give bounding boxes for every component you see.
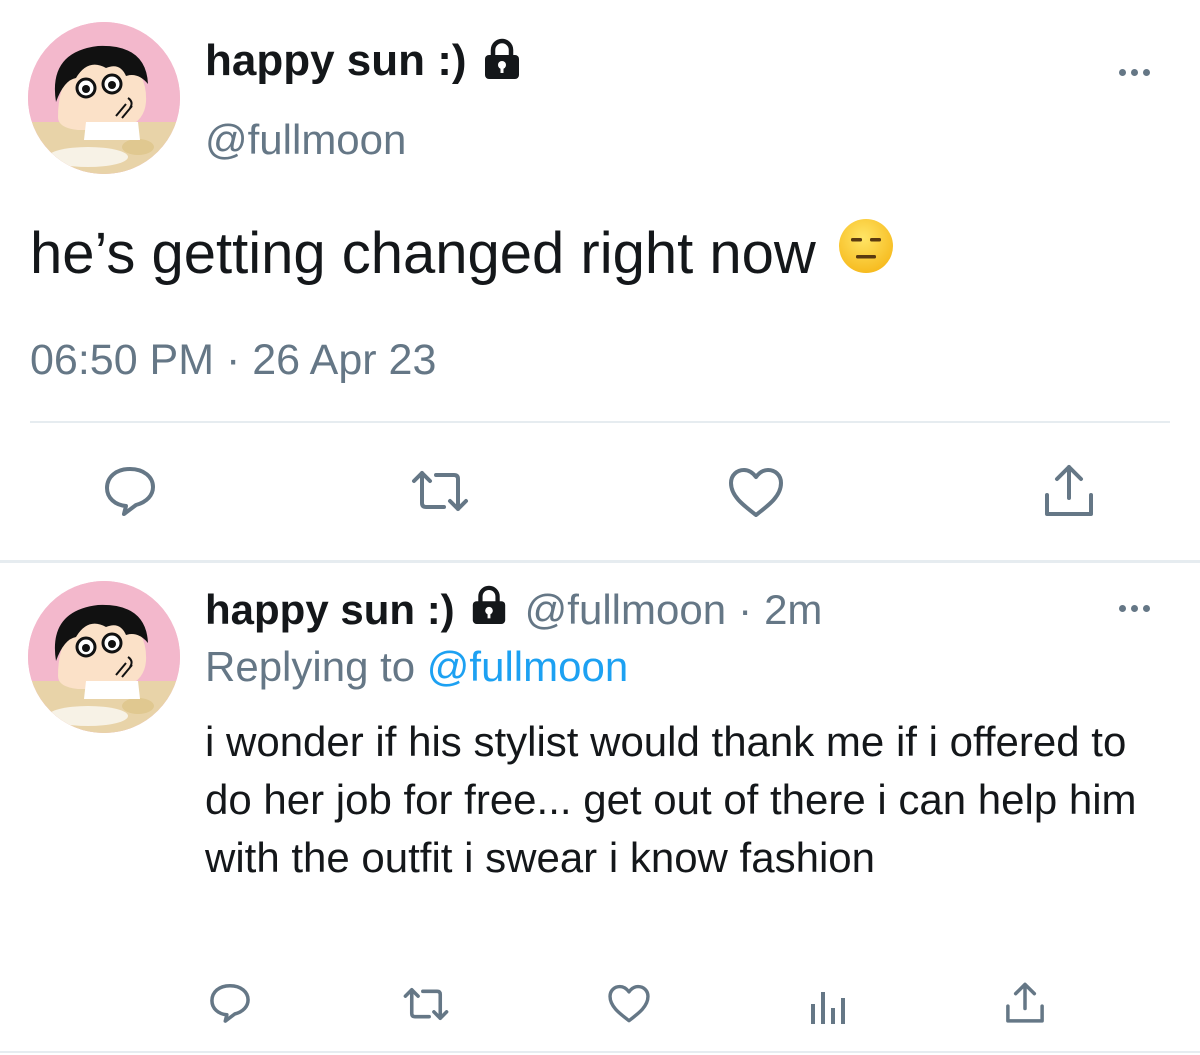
reply-tweet[interactable]: happy sun :) @fullmoon · 2m Replying to …	[0, 563, 1200, 1055]
replying-to-label: Replying to	[205, 643, 416, 690]
display-name[interactable]: happy sun :)	[205, 36, 467, 86]
divider	[0, 1051, 1200, 1053]
reply-author-row: happy sun :) @fullmoon · 2m	[205, 585, 822, 635]
separator-dot: ·	[738, 586, 753, 633]
avatar[interactable]	[28, 581, 180, 733]
replying-to: Replying to @fullmoon	[205, 643, 628, 691]
relative-time[interactable]: 2m	[764, 586, 822, 634]
reply-icon[interactable]	[102, 465, 158, 522]
more-icon[interactable]	[1119, 69, 1150, 76]
replying-to-handle-link[interactable]: @fullmoon	[427, 643, 628, 690]
share-icon[interactable]	[1004, 980, 1046, 1031]
reply-tweet-text: i wonder if his stylist would thank me i…	[205, 718, 1137, 881]
divider	[30, 421, 1170, 423]
expressionless-face-icon	[838, 218, 894, 288]
retweet-icon[interactable]	[400, 985, 452, 1028]
lock-icon	[481, 38, 523, 85]
tweet-text-content: he’s getting changed right now	[30, 220, 816, 286]
avatar[interactable]	[28, 22, 180, 174]
reply-icon[interactable]	[208, 982, 252, 1029]
retweet-icon[interactable]	[408, 467, 472, 520]
author-handle[interactable]: @fullmoon	[205, 116, 406, 164]
display-name[interactable]: happy sun :)	[205, 586, 455, 634]
tweet-timestamp[interactable]: 06:50 PM · 26 Apr 23	[30, 336, 436, 385]
main-tweet: happy sun :) @fullmoon he’s getting chan…	[0, 0, 1200, 560]
analytics-icon[interactable]	[808, 984, 848, 1031]
lock-icon	[469, 585, 509, 635]
heart-icon[interactable]	[727, 467, 785, 524]
more-icon[interactable]	[1119, 605, 1150, 612]
heart-icon[interactable]	[607, 984, 651, 1029]
share-icon[interactable]	[1042, 462, 1096, 525]
author-handle[interactable]: @fullmoon	[525, 586, 726, 634]
author-row: happy sun :)	[205, 36, 523, 86]
tweet-text: he’s getting changed right now	[30, 218, 894, 288]
